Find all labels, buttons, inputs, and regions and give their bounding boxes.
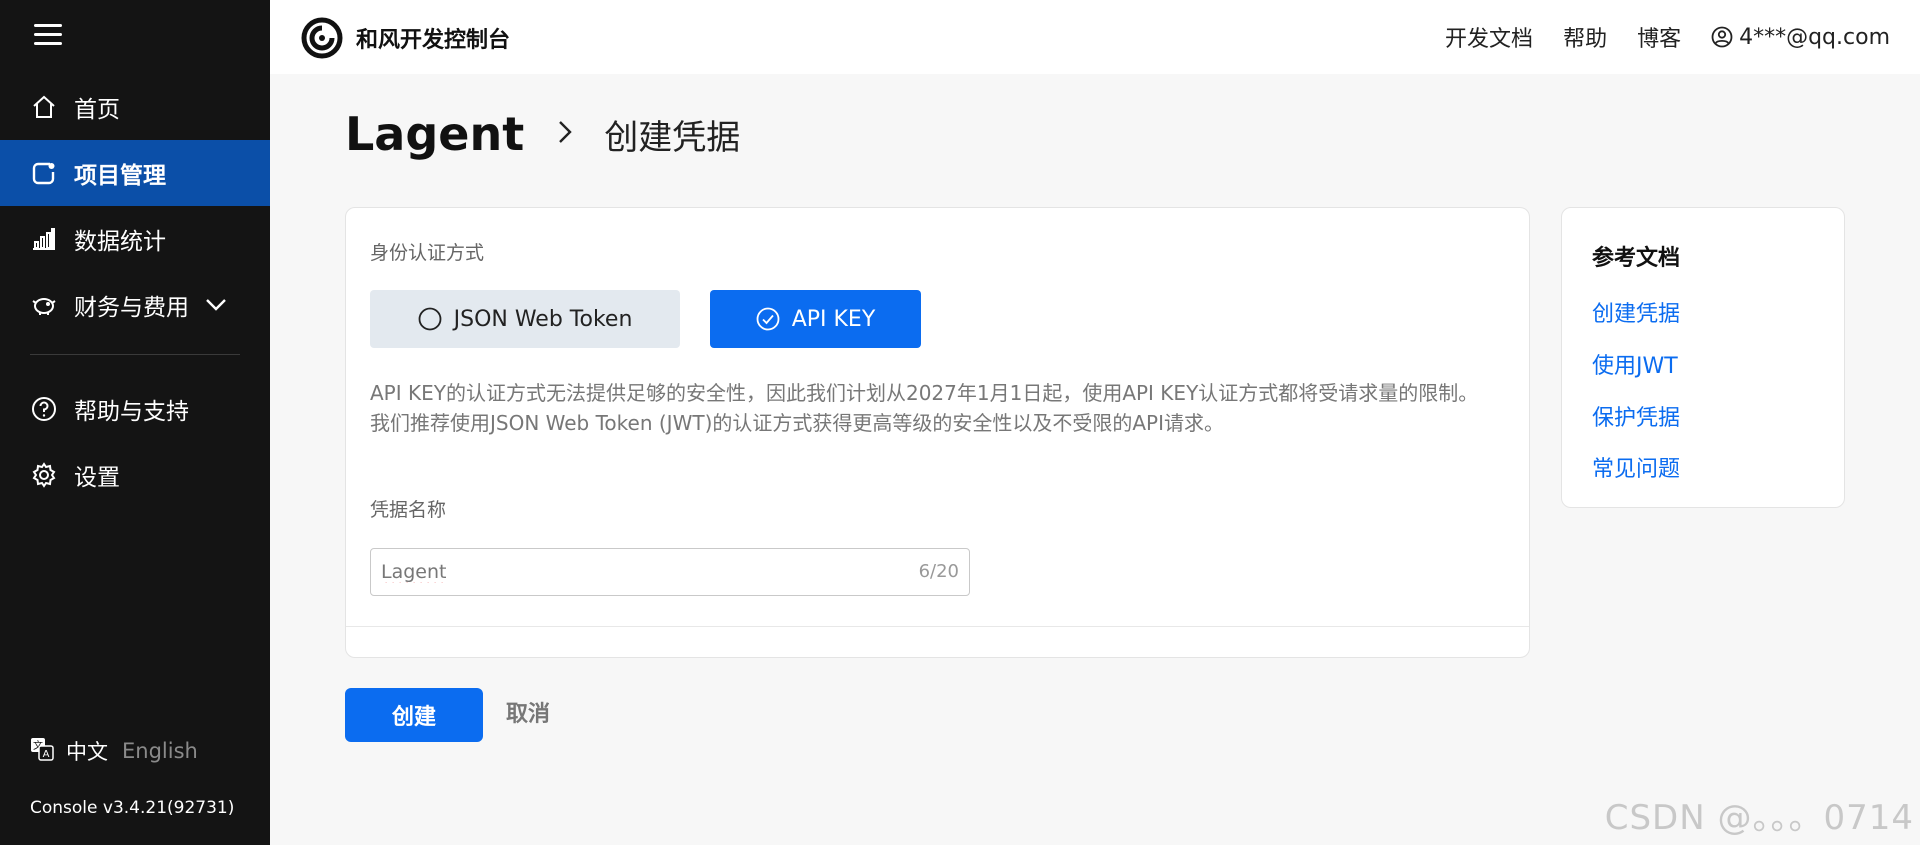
ref-link-protect[interactable]: 保护凭据	[1592, 400, 1680, 432]
user-email: 4***@qq.com	[1739, 24, 1890, 50]
ref-link-faq[interactable]: 常见问题	[1592, 451, 1680, 483]
top-links: 开发文档 帮助 博客 4***@qq.com	[1415, 0, 1890, 74]
sidebar-item-home[interactable]: 首页	[0, 74, 270, 140]
auth-option-jwt[interactable]: JSON Web Token	[370, 290, 680, 348]
credential-name-input[interactable]	[381, 549, 901, 595]
sidebar-item-projects[interactable]: 项目管理	[0, 140, 270, 206]
radio-unchecked-icon	[418, 307, 442, 331]
sidebar-item-help[interactable]: 帮助与支持	[0, 376, 270, 442]
watermark: CSDN @。。。0714	[1604, 798, 1914, 838]
sidebar: 首页 项目管理 数据统计 财务与费用 帮助与支持 设置 文 A 中文 Engli…	[0, 0, 270, 845]
reference-docs-card: 参考文档 创建凭据 使用JWT 保护凭据 常见问题	[1561, 207, 1845, 508]
breadcrumb: Lagent 创建凭据	[345, 102, 740, 166]
credential-form-card: 身份认证方式 JSON Web Token API KEY API KEY的认证…	[345, 207, 1530, 658]
sidebar-divider	[30, 354, 240, 355]
bar-chart-icon	[30, 225, 58, 253]
sidebar-item-label: 首页	[74, 97, 120, 123]
gear-icon	[30, 461, 58, 489]
sidebar-item-settings[interactable]: 设置	[0, 442, 270, 508]
language-switcher: 文A 中文 English	[30, 736, 198, 766]
project-icon	[30, 159, 58, 187]
lang-zh-option[interactable]: 中文	[66, 736, 108, 766]
ref-link-jwt[interactable]: 使用JWT	[1592, 348, 1678, 380]
chevron-right-icon	[558, 120, 572, 148]
page-title: 创建凭据	[604, 117, 741, 158]
notice-line: API KEY的认证方式无法提供足够的安全性，因此我们计划从2027年1月1日起…	[370, 381, 1479, 405]
user-icon	[1711, 26, 1733, 48]
brand[interactable]: 和风开发控制台	[300, 16, 510, 60]
card-divider	[346, 626, 1529, 627]
api-key-notice: API KEY的认证方式无法提供足够的安全性，因此我们计划从2027年1月1日起…	[370, 378, 1500, 438]
docs-link[interactable]: 开发文档	[1445, 21, 1533, 53]
sidebar-item-label: 项目管理	[74, 163, 166, 189]
home-icon	[30, 93, 58, 121]
auth-method-label: 身份认证方式	[370, 242, 485, 264]
svg-text:A: A	[43, 749, 50, 760]
sidebar-item-label: 财务与费用	[74, 295, 189, 321]
translate-icon[interactable]: 文A	[30, 737, 54, 766]
chevron-down-icon[interactable]	[205, 292, 227, 318]
version-label: Console v3.4.21(92731)	[30, 798, 235, 818]
create-button[interactable]: 创建	[345, 688, 483, 742]
auth-option-label: API KEY	[791, 306, 876, 332]
sidebar-item-label: 数据统计	[74, 229, 166, 255]
logo-icon	[301, 17, 343, 59]
lang-en-option[interactable]: English	[122, 739, 198, 763]
credential-name-field[interactable]: 6/20	[370, 548, 970, 596]
help-link[interactable]: 帮助	[1563, 21, 1607, 53]
sidebar-item-finance[interactable]: 财务与费用	[0, 272, 270, 338]
top-bar: 和风开发控制台 开发文档 帮助 博客 4***@qq.com	[270, 0, 1920, 74]
user-menu[interactable]: 4***@qq.com	[1711, 25, 1890, 50]
check-circle-icon	[756, 307, 780, 331]
piggy-bank-icon	[30, 291, 58, 319]
auth-option-apikey[interactable]: API KEY	[710, 290, 921, 348]
cancel-button[interactable]: 取消	[506, 688, 550, 742]
sidebar-item-label: 帮助与支持	[74, 399, 189, 425]
ref-link-create[interactable]: 创建凭据	[1592, 296, 1680, 328]
menu-toggle-icon[interactable]	[34, 22, 62, 46]
credential-name-label: 凭据名称	[370, 499, 447, 521]
help-circle-icon	[30, 395, 58, 423]
notice-line: 我们推荐使用JSON Web Token (JWT)的认证方式获得更高等级的安全…	[370, 411, 1225, 435]
char-counter: 6/20	[918, 561, 959, 582]
auth-option-label: JSON Web Token	[453, 306, 633, 332]
sidebar-item-stats[interactable]: 数据统计	[0, 206, 270, 272]
sidebar-item-label: 设置	[74, 465, 120, 491]
reference-title: 参考文档	[1592, 246, 1681, 271]
breadcrumb-project[interactable]: Lagent	[345, 107, 524, 161]
brand-name: 和风开发控制台	[356, 28, 511, 53]
blog-link[interactable]: 博客	[1637, 21, 1681, 53]
